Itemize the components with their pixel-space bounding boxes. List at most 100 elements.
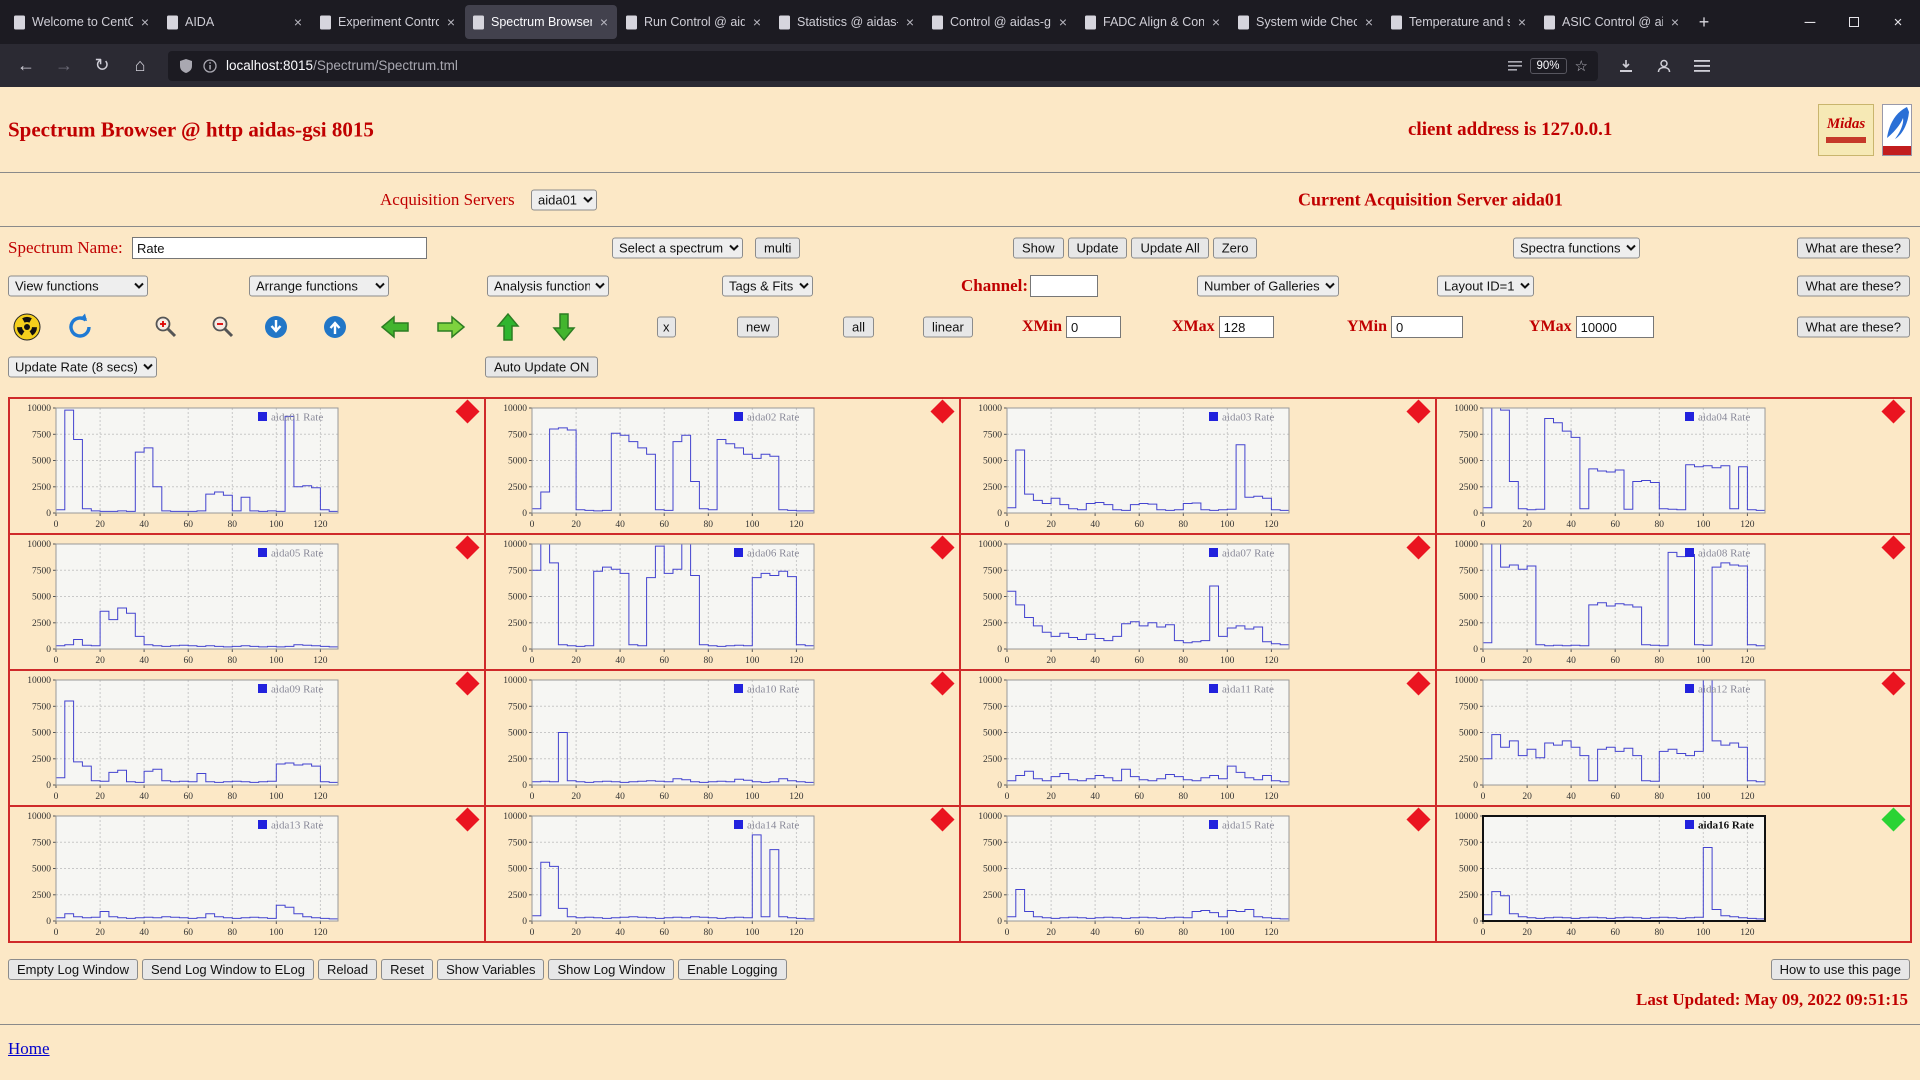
browser-tab-1[interactable]: Welcome to CentO× [6, 5, 158, 39]
spectrum-chart[interactable]: 025005000750010000020406080100120aida08 … [1441, 538, 1771, 666]
window-maximize-button[interactable] [1832, 0, 1876, 44]
plot-cell-aida06[interactable]: 025005000750010000020406080100120aida06 … [485, 534, 961, 670]
linear-button[interactable]: linear [923, 317, 973, 338]
update-all-button[interactable]: Update All [1131, 238, 1208, 259]
reload-button[interactable]: ↻ [86, 51, 118, 81]
plot-status-diamond-icon[interactable] [930, 807, 954, 831]
tab-close-icon[interactable]: × [1210, 14, 1222, 30]
layout-id-dropdown[interactable]: Layout ID=1 [1437, 276, 1534, 297]
show-button[interactable]: Show [1013, 238, 1064, 259]
spectrum-name-input[interactable] [132, 237, 427, 259]
plot-cell-aida11[interactable]: 025005000750010000020406080100120aida11 … [960, 670, 1436, 806]
tab-close-icon[interactable]: × [751, 14, 763, 30]
plot-cell-aida01[interactable]: 025005000750010000020406080100120aida01 … [9, 398, 485, 534]
multi-button[interactable]: multi [755, 238, 800, 259]
all-button[interactable]: all [843, 317, 874, 338]
tab-close-icon[interactable]: × [1516, 14, 1528, 30]
plot-status-diamond-icon[interactable] [930, 535, 954, 559]
what-are-these-button-2[interactable]: What are these? [1797, 276, 1910, 297]
reader-mode-icon[interactable] [1508, 59, 1522, 73]
window-minimize-button[interactable]: ─ [1788, 0, 1832, 44]
radiation-icon[interactable] [12, 312, 42, 342]
plot-status-diamond-icon[interactable] [455, 671, 479, 695]
plot-cell-aida04[interactable]: 025005000750010000020406080100120aida04 … [1436, 398, 1912, 534]
spectrum-chart[interactable]: 025005000750010000020406080100120aida11 … [965, 674, 1295, 802]
url-bar[interactable]: localhost:8015/Spectrum/Spectrum.tml 90%… [168, 51, 1598, 81]
view-functions-dropdown[interactable]: View functions [8, 276, 148, 297]
arrange-functions-dropdown[interactable]: Arrange functions [249, 276, 389, 297]
plot-status-diamond-icon[interactable] [1406, 807, 1430, 831]
zoom-level-badge[interactable]: 90% [1530, 58, 1567, 74]
tab-close-icon[interactable]: × [1363, 14, 1375, 30]
plot-status-diamond-icon[interactable] [1406, 671, 1430, 695]
new-button[interactable]: new [737, 317, 779, 338]
browser-tab-4[interactable]: Spectrum Browser× [465, 5, 617, 39]
plot-status-diamond-icon[interactable] [1406, 535, 1430, 559]
plot-cell-aida10[interactable]: 025005000750010000020406080100120aida10 … [485, 670, 961, 806]
how-to-use-button[interactable]: How to use this page [1771, 959, 1910, 980]
footer-button-show-log-window[interactable]: Show Log Window [548, 959, 674, 980]
spectrum-chart[interactable]: 025005000750010000020406080100120aida10 … [490, 674, 820, 802]
galleries-dropdown[interactable]: Number of Galleries [1197, 276, 1339, 297]
channel-input[interactable] [1030, 275, 1098, 297]
browser-tab-6[interactable]: Statistics @ aidas-× [771, 5, 923, 39]
spectrum-chart[interactable]: 025005000750010000020406080100120aida01 … [14, 402, 344, 530]
home-link[interactable]: Home [8, 1039, 50, 1058]
window-close-button[interactable]: × [1876, 0, 1920, 44]
spectrum-chart[interactable]: 025005000750010000020406080100120aida16 … [1441, 810, 1771, 938]
plot-status-diamond-icon[interactable] [455, 807, 479, 831]
shift-up-icon[interactable] [495, 312, 521, 342]
browser-tab-8[interactable]: FADC Align & Conf× [1077, 5, 1229, 39]
menu-icon[interactable] [1686, 51, 1718, 81]
update-button[interactable]: Update [1068, 238, 1128, 259]
bookmark-star-icon[interactable]: ☆ [1575, 57, 1588, 75]
xmin-input[interactable] [1066, 316, 1121, 338]
plot-cell-aida09[interactable]: 025005000750010000020406080100120aida09 … [9, 670, 485, 806]
browser-tab-9[interactable]: System wide Check× [1230, 5, 1382, 39]
tab-close-icon[interactable]: × [1057, 14, 1069, 30]
plot-cell-aida13[interactable]: 025005000750010000020406080100120aida13 … [9, 806, 485, 942]
plot-cell-aida03[interactable]: 025005000750010000020406080100120aida03 … [960, 398, 1436, 534]
ymax-input[interactable] [1576, 316, 1654, 338]
browser-tab-5[interactable]: Run Control @ aida× [618, 5, 770, 39]
tab-close-icon[interactable]: × [292, 14, 304, 30]
zoom-in-icon[interactable] [153, 314, 179, 340]
browser-tab-3[interactable]: Experiment Contro× [312, 5, 464, 39]
new-tab-button[interactable]: + [1689, 7, 1719, 37]
spectrum-chart[interactable]: 025005000750010000020406080100120aida15 … [965, 810, 1295, 938]
zero-button[interactable]: Zero [1213, 238, 1258, 259]
plot-status-diamond-icon[interactable] [1881, 807, 1905, 831]
tab-close-icon[interactable]: × [598, 14, 610, 30]
spectrum-chart[interactable]: 025005000750010000020406080100120aida02 … [490, 402, 820, 530]
save-to-pocket-icon[interactable] [1610, 51, 1642, 81]
browser-tab-2[interactable]: AIDA× [159, 5, 311, 39]
footer-button-show-variables[interactable]: Show Variables [437, 959, 544, 980]
spectrum-chart[interactable]: 025005000750010000020406080100120aida03 … [965, 402, 1295, 530]
plot-cell-aida16[interactable]: 025005000750010000020406080100120aida16 … [1436, 806, 1912, 942]
site-info-icon[interactable] [202, 58, 218, 74]
tab-close-icon[interactable]: × [445, 14, 457, 30]
footer-button-empty-log-window[interactable]: Empty Log Window [8, 959, 138, 980]
acquisition-server-select[interactable]: aida01 [531, 189, 597, 210]
tab-close-icon[interactable]: × [139, 14, 151, 30]
spectrum-chart[interactable]: 025005000750010000020406080100120aida05 … [14, 538, 344, 666]
plot-cell-aida02[interactable]: 025005000750010000020406080100120aida02 … [485, 398, 961, 534]
plot-status-diamond-icon[interactable] [930, 399, 954, 423]
analysis-functions-dropdown[interactable]: Analysis functions [487, 276, 609, 297]
footer-button-enable-logging[interactable]: Enable Logging [678, 959, 786, 980]
plot-status-diamond-icon[interactable] [1406, 399, 1430, 423]
browser-tab-11[interactable]: ASIC Control @ aid× [1536, 5, 1688, 39]
what-are-these-button-1[interactable]: What are these? [1797, 238, 1910, 259]
forward-button[interactable]: → [48, 51, 80, 81]
tags-fits-dropdown[interactable]: Tags & Fits [722, 276, 813, 297]
auto-update-button[interactable]: Auto Update ON [485, 357, 598, 378]
footer-button-reload[interactable]: Reload [318, 959, 377, 980]
xmax-input[interactable] [1219, 316, 1274, 338]
update-rate-dropdown[interactable]: Update Rate (8 secs) [8, 357, 157, 378]
y-scale-down-icon[interactable] [263, 314, 289, 340]
plot-cell-aida07[interactable]: 025005000750010000020406080100120aida07 … [960, 534, 1436, 670]
spectrum-chart[interactable]: 025005000750010000020406080100120aida06 … [490, 538, 820, 666]
y-scale-up-icon[interactable] [322, 314, 348, 340]
spectrum-chart[interactable]: 025005000750010000020406080100120aida07 … [965, 538, 1295, 666]
plot-status-diamond-icon[interactable] [1881, 535, 1905, 559]
